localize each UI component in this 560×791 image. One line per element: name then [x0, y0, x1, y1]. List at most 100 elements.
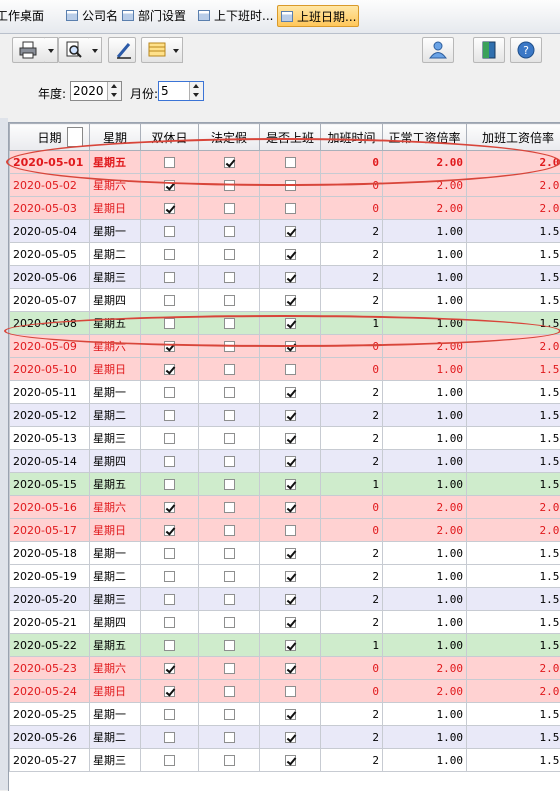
cell-is-working-checkbox[interactable] [285, 249, 296, 260]
print-dropdown[interactable] [45, 37, 58, 63]
cell-normal-rate[interactable]: 1.00 [383, 358, 467, 381]
export-dropdown[interactable] [170, 37, 183, 63]
cell-overtime[interactable]: 0 [321, 197, 383, 220]
cell-normal-rate[interactable]: 1.00 [383, 381, 467, 404]
table-row[interactable]: 2020-05-20星期三21.001.50 [10, 588, 560, 611]
cell-weekend[interactable] [141, 634, 199, 657]
cell-weekend-checkbox[interactable] [164, 594, 175, 605]
preview-dropdown[interactable] [89, 37, 102, 63]
cell-date[interactable]: 2020-05-24 [10, 680, 90, 703]
cell-overtime-rate[interactable]: 1.50 [467, 473, 560, 496]
cell-holiday-checkbox[interactable] [224, 249, 235, 260]
cell-is-working-checkbox[interactable] [285, 732, 296, 743]
cell-overtime[interactable]: 0 [321, 657, 383, 680]
cell-is-working[interactable] [260, 358, 321, 381]
cell-holiday-checkbox[interactable] [224, 433, 235, 444]
cell-weekday[interactable]: 星期一 [90, 542, 141, 565]
cell-holiday[interactable] [199, 312, 260, 335]
cell-weekend-checkbox[interactable] [164, 709, 175, 720]
month-spin-buttons[interactable] [189, 82, 203, 100]
cell-is-working-checkbox[interactable] [285, 663, 296, 674]
cell-weekend-checkbox[interactable] [164, 479, 175, 490]
cell-weekend[interactable] [141, 381, 199, 404]
cell-normal-rate[interactable]: 1.00 [383, 312, 467, 335]
cell-date[interactable]: 2020-05-25 [10, 703, 90, 726]
cell-weekend[interactable] [141, 703, 199, 726]
cell-weekend[interactable] [141, 289, 199, 312]
cell-holiday[interactable] [199, 749, 260, 772]
tab-work-dates[interactable]: 上班日期... [277, 5, 359, 27]
cell-weekday[interactable]: 星期六 [90, 657, 141, 680]
cell-weekday[interactable]: 星期四 [90, 611, 141, 634]
cell-weekday[interactable]: 星期三 [90, 588, 141, 611]
cell-date[interactable]: 2020-05-27 [10, 749, 90, 772]
cell-weekend-checkbox[interactable] [164, 663, 175, 674]
cell-is-working[interactable] [260, 657, 321, 680]
cell-weekday[interactable]: 星期二 [90, 404, 141, 427]
cell-is-working[interactable] [260, 565, 321, 588]
cell-date[interactable]: 2020-05-09 [10, 335, 90, 358]
cell-holiday-checkbox[interactable] [224, 157, 235, 168]
col-normal-rate[interactable]: 正常工资倍率 [383, 124, 467, 151]
cell-is-working[interactable] [260, 680, 321, 703]
cell-holiday-checkbox[interactable] [224, 571, 235, 582]
cell-weekday[interactable]: 星期日 [90, 358, 141, 381]
cell-overtime-rate[interactable]: 1.50 [467, 381, 560, 404]
table-row[interactable]: 2020-05-07星期四21.001.50 [10, 289, 560, 312]
cell-overtime[interactable]: 2 [321, 726, 383, 749]
cell-holiday[interactable] [199, 473, 260, 496]
cell-weekday[interactable]: 星期三 [90, 427, 141, 450]
cell-weekday[interactable]: 星期日 [90, 519, 141, 542]
cell-is-working[interactable] [260, 749, 321, 772]
cell-holiday-checkbox[interactable] [224, 456, 235, 467]
cell-normal-rate[interactable]: 1.00 [383, 611, 467, 634]
cell-normal-rate[interactable]: 2.00 [383, 496, 467, 519]
cell-weekend[interactable] [141, 312, 199, 335]
cell-normal-rate[interactable]: 1.00 [383, 220, 467, 243]
table-row[interactable]: 2020-05-25星期一21.001.50 [10, 703, 560, 726]
cell-is-working-checkbox[interactable] [285, 594, 296, 605]
cell-is-working-checkbox[interactable] [285, 525, 296, 536]
table-row[interactable]: 2020-05-12星期二21.001.50 [10, 404, 560, 427]
users-button[interactable] [422, 37, 454, 63]
cell-is-working-checkbox[interactable] [285, 433, 296, 444]
cell-holiday-checkbox[interactable] [224, 203, 235, 214]
cell-holiday[interactable] [199, 588, 260, 611]
cell-overtime[interactable]: 0 [321, 680, 383, 703]
cell-date[interactable]: 2020-05-08 [10, 312, 90, 335]
table-row[interactable]: 2020-05-27星期三21.001.50 [10, 749, 560, 772]
cell-holiday[interactable] [199, 174, 260, 197]
cell-overtime-rate[interactable]: 1.50 [467, 542, 560, 565]
cell-is-working-checkbox[interactable] [285, 410, 296, 421]
cell-overtime[interactable]: 1 [321, 312, 383, 335]
cell-date[interactable]: 2020-05-21 [10, 611, 90, 634]
cell-overtime[interactable]: 0 [321, 151, 383, 174]
cell-date[interactable]: 2020-05-04 [10, 220, 90, 243]
cell-holiday[interactable] [199, 404, 260, 427]
cell-holiday-checkbox[interactable] [224, 502, 235, 513]
table-row[interactable]: 2020-05-26星期二21.001.50 [10, 726, 560, 749]
cell-is-working[interactable] [260, 427, 321, 450]
cell-is-working[interactable] [260, 289, 321, 312]
table-row[interactable]: 2020-05-11星期一21.001.50 [10, 381, 560, 404]
table-row[interactable]: 2020-05-10星期日01.001.50 [10, 358, 560, 381]
cell-holiday[interactable] [199, 197, 260, 220]
cell-overtime-rate[interactable]: 1.50 [467, 726, 560, 749]
cell-date[interactable]: 2020-05-12 [10, 404, 90, 427]
cell-overtime-rate[interactable]: 1.50 [467, 266, 560, 289]
cell-weekend[interactable] [141, 749, 199, 772]
cell-holiday[interactable] [199, 542, 260, 565]
col-holiday[interactable]: 法定假 [199, 124, 260, 151]
cell-weekend-checkbox[interactable] [164, 203, 175, 214]
month-stepper[interactable]: 5 [158, 81, 204, 101]
cell-date[interactable]: 2020-05-02 [10, 174, 90, 197]
cell-normal-rate[interactable]: 1.00 [383, 473, 467, 496]
table-row[interactable]: 2020-05-04星期一21.001.50 [10, 220, 560, 243]
cell-is-working-checkbox[interactable] [285, 387, 296, 398]
cell-overtime[interactable]: 0 [321, 358, 383, 381]
sort-toggle[interactable] [67, 127, 83, 147]
cell-is-working[interactable] [260, 151, 321, 174]
cell-overtime-rate[interactable]: 2.00 [467, 680, 560, 703]
cell-weekend[interactable] [141, 726, 199, 749]
cell-weekend-checkbox[interactable] [164, 548, 175, 559]
